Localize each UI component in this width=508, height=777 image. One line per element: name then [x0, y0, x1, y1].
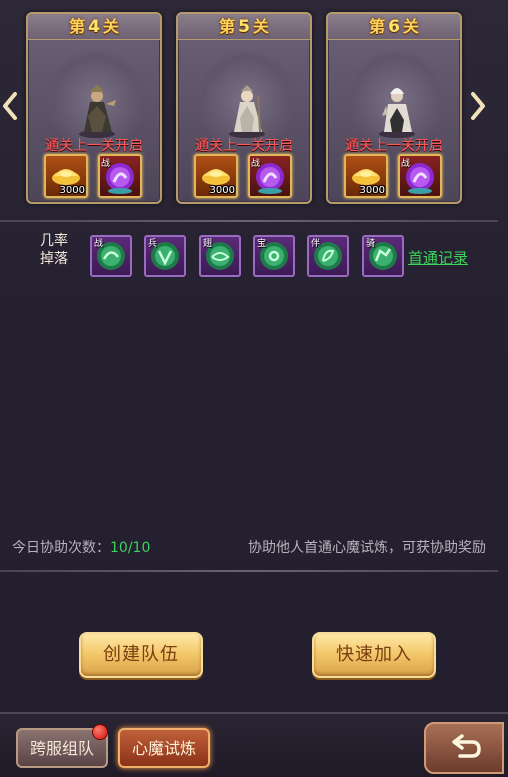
- notification-dot-icon: [92, 724, 108, 740]
- stage-card-5[interactable]: 第5关 通关上一关开启 3000 战: [176, 12, 312, 204]
- back-arrow-icon: [452, 734, 481, 758]
- stage-title: 第6关: [328, 14, 460, 40]
- prev-arrow-icon[interactable]: [2, 92, 18, 120]
- boss-figure-icon: [222, 76, 272, 138]
- stage-card-4[interactable]: 第4关 通关上一关开启 3000 战: [26, 12, 162, 204]
- gold-ingot-reward[interactable]: 3000: [44, 154, 88, 198]
- stage-carousel: 第4关 通关上一关开启 3000 战 第 5 关 通关上一关开启 3000 战 …: [0, 0, 508, 215]
- next-arrow-icon[interactable]: [470, 92, 486, 120]
- create-team-button[interactable]: 创建队伍: [79, 632, 203, 678]
- drop-item[interactable]: 兵: [144, 235, 186, 277]
- drop-item[interactable]: 翅: [199, 235, 241, 277]
- stage-lock-status: 通关上一关开启: [45, 138, 143, 154]
- back-button[interactable]: [424, 722, 504, 774]
- stage-card-6[interactable]: 第6关 通关上一关开启 3000 战: [326, 12, 462, 204]
- drop-item[interactable]: 战: [90, 235, 132, 277]
- stage-title: 第4关: [28, 14, 160, 40]
- purple-orb-reward[interactable]: 战: [398, 154, 442, 198]
- assist-count: 今日协助次数：10/10: [12, 540, 151, 556]
- tab-heart-demon-trial[interactable]: 心魔试炼: [118, 728, 210, 768]
- stage-lock-status: 通关上一关开启: [345, 138, 443, 154]
- assist-count-value: 10/10: [110, 540, 151, 556]
- purple-orb-reward[interactable]: 战: [98, 154, 142, 198]
- divider: [0, 220, 498, 222]
- gold-ingot-reward[interactable]: 3000: [344, 154, 388, 198]
- purple-orb-reward[interactable]: 战: [248, 154, 292, 198]
- boss-figure-icon: [72, 76, 122, 138]
- gold-ingot-reward[interactable]: 3000: [194, 154, 238, 198]
- drop-rate-label: 几率 掉落: [40, 233, 68, 267]
- drop-item[interactable]: 骑: [362, 235, 404, 277]
- drop-item[interactable]: 宝: [253, 235, 295, 277]
- bottom-tab-bar: 跨服组队 心魔试炼: [0, 712, 508, 777]
- assist-tip: 协助他人首通心魔试炼，可获协助奖励: [248, 540, 486, 556]
- quick-join-button[interactable]: 快速加入: [312, 632, 436, 678]
- stage-title: 第5关: [178, 14, 310, 40]
- boss-figure-icon: [372, 76, 422, 138]
- first-clear-record-link[interactable]: 首通记录: [408, 247, 468, 268]
- stage-lock-status: 通关上一关开启: [195, 138, 293, 154]
- game-screen: 第4关 通关上一关开启 3000 战 第 5 关 通关上一关开启 3000 战 …: [0, 0, 508, 777]
- divider: [0, 570, 498, 572]
- drop-item[interactable]: 伴: [307, 235, 349, 277]
